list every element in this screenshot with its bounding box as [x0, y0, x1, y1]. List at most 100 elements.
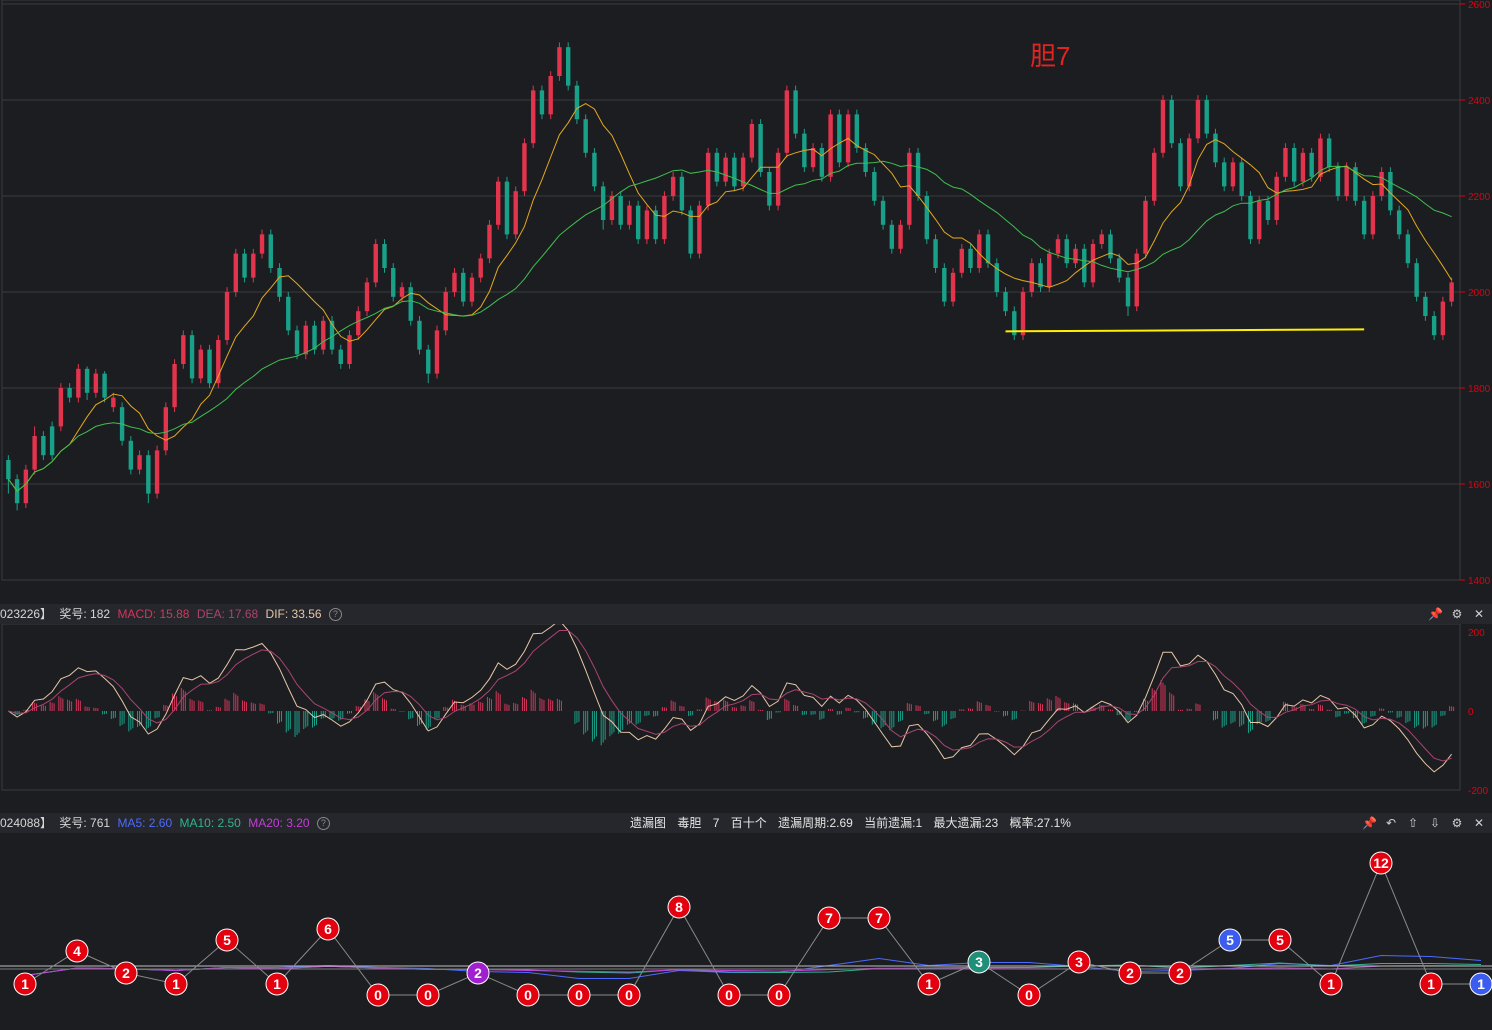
candle-body	[224, 292, 230, 340]
miss-point-label: 0	[775, 987, 783, 1003]
ma5-line	[24, 954, 1482, 979]
candle-body	[889, 224, 895, 249]
candle-body	[312, 325, 317, 350]
miss-point: 1	[164, 972, 188, 996]
candle-body	[574, 85, 580, 120]
candle-body	[154, 450, 160, 494]
candle-body	[1414, 263, 1419, 297]
candle-body	[233, 253, 238, 292]
candle-body	[915, 152, 921, 196]
miss-point: 3	[967, 950, 991, 974]
miss-point-label: 6	[324, 921, 332, 937]
info-item: 遗漏周期:2.69	[778, 816, 853, 830]
candle-body	[487, 224, 492, 259]
miss-header: 024088】 奖号: 761 MA5: 2.60 MA10: 2.50 MA2…	[0, 813, 1492, 833]
candle-body	[259, 234, 265, 254]
miss-point-label: 5	[1276, 932, 1284, 948]
candle-body	[1361, 200, 1367, 235]
candle-body	[1204, 100, 1209, 134]
miss-line	[24, 861, 1481, 996]
candle-body	[907, 152, 912, 225]
candle-body	[548, 76, 553, 115]
miss-point-label: 3	[975, 954, 983, 970]
macd-header: 023226】 奖号: 182 MACD: 15.88 DEA: 17.68 D…	[0, 604, 1492, 624]
candle-body	[679, 176, 685, 211]
miss-point: 5	[1268, 928, 1292, 952]
candle-body	[1029, 263, 1034, 292]
candle-body	[268, 234, 273, 268]
close-icon[interactable]: ✕	[1472, 607, 1486, 621]
candle-body	[837, 114, 842, 163]
miss-point-label: 2	[474, 965, 482, 981]
macd-tick-label: -200	[1468, 786, 1488, 797]
candle-body	[172, 364, 177, 408]
candle-body	[985, 234, 991, 264]
candle-body	[1038, 263, 1043, 288]
miss-point: 2	[1168, 961, 1192, 985]
miss-point-label: 1	[925, 976, 933, 992]
macd-tick-label: 200	[1468, 628, 1485, 639]
chart-canvas: 2600240022002000180016001400 2000-200 14…	[0, 0, 1492, 1007]
miss-point: 3	[1067, 950, 1091, 974]
miss-point: 0	[516, 983, 540, 1007]
candle-body	[303, 325, 308, 355]
help-icon[interactable]: ?	[328, 608, 342, 622]
pin-icon[interactable]: 📌	[1428, 607, 1443, 621]
candle-body	[1326, 138, 1332, 168]
main-y-axis: 2600 2400 2200 2000 1800 1600 1400	[1460, 0, 1491, 587]
candle-body	[277, 268, 282, 297]
undo-icon[interactable]: ↶	[1384, 816, 1398, 830]
up-icon[interactable]: ⇧	[1406, 816, 1420, 830]
candle-body	[819, 148, 825, 177]
candle-body	[452, 272, 457, 292]
candle-body	[1143, 200, 1148, 254]
settings-icon[interactable]: ⚙	[1450, 607, 1464, 621]
candle-body	[1055, 239, 1061, 254]
candle-body	[627, 205, 632, 225]
candle-body	[784, 90, 790, 153]
candle-body	[1440, 301, 1446, 336]
close-icon[interactable]: ✕	[1472, 816, 1486, 830]
info-item: 遗漏图	[630, 816, 667, 830]
y-tick-label: 2000	[1468, 288, 1491, 299]
candle-body	[924, 196, 930, 240]
candle-body	[286, 296, 291, 331]
candle-body	[356, 311, 361, 336]
miss-point: 0	[366, 983, 390, 1007]
miss-point-label: 0	[625, 987, 633, 1003]
info-item: 概率:27.1%	[1009, 816, 1071, 830]
candle-body	[163, 407, 169, 451]
down-icon[interactable]: ⇩	[1428, 816, 1442, 830]
info-item: 毒胆	[677, 816, 702, 830]
candle-body	[1195, 100, 1201, 139]
candle-body	[1423, 296, 1428, 316]
candle-body	[496, 181, 501, 225]
candle-body	[714, 152, 720, 182]
candle-body	[1222, 162, 1227, 187]
y-tick-label: 1800	[1468, 384, 1491, 395]
candle-body	[565, 47, 571, 86]
help-icon[interactable]: ?	[316, 817, 330, 831]
candle-body	[338, 349, 343, 364]
ma20-value: MA20: 3.20	[248, 816, 310, 830]
miss-point: 2	[114, 961, 138, 985]
candle-body	[6, 460, 11, 480]
main-grid	[1, 0, 1461, 581]
candle-body	[933, 239, 938, 268]
miss-point: 0	[416, 983, 440, 1007]
pin-icon[interactable]: 📌	[1362, 816, 1377, 830]
miss-point-label: 1	[1477, 976, 1485, 992]
candle-body	[84, 368, 90, 393]
miss-point: 6	[316, 917, 340, 941]
candle-body	[697, 205, 702, 254]
y-tick-label: 2200	[1468, 192, 1491, 203]
settings-icon[interactable]: ⚙	[1450, 816, 1464, 830]
candle-body	[898, 224, 903, 249]
miss-point: 1	[1419, 972, 1443, 996]
miss-point: 1	[917, 972, 941, 996]
candle-body	[1169, 100, 1174, 144]
miss-point: 1	[13, 972, 37, 996]
miss-point: 1	[1469, 972, 1492, 996]
miss-point-label: 1	[273, 976, 281, 992]
candle-body	[1108, 234, 1113, 259]
